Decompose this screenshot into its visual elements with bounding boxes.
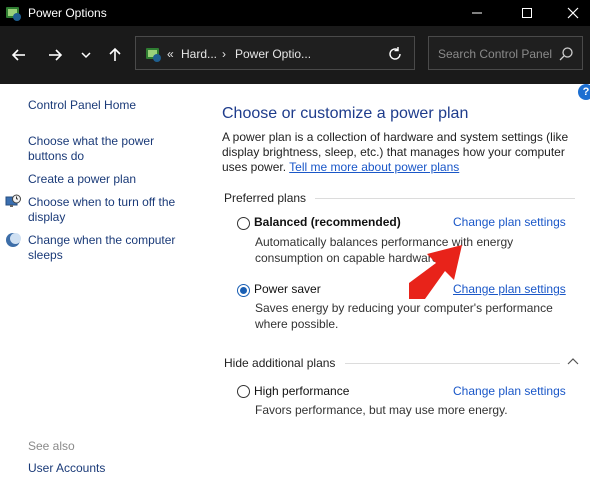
help-button[interactable]: ? <box>578 84 590 100</box>
tell-me-more-link[interactable]: Tell me more about power plans <box>289 160 459 174</box>
sidebar-item-power-buttons[interactable]: Choose what the power buttons do <box>28 134 193 164</box>
recent-locations-button[interactable] <box>75 44 97 66</box>
sidebar: Control Panel Home Choose what the power… <box>0 84 205 490</box>
display-clock-icon <box>5 194 21 207</box>
breadcrumb-overflow[interactable]: « <box>167 47 174 61</box>
breadcrumb-power-options[interactable]: Power Optio... <box>235 47 311 61</box>
refresh-icon[interactable] <box>386 45 404 63</box>
plan-name-balanced: Balanced (recommended) <box>254 215 401 229</box>
breadcrumb-separator[interactable]: › <box>222 47 226 61</box>
up-button[interactable] <box>104 44 126 66</box>
sidebar-item-computer-sleeps[interactable]: Change when the computer sleeps <box>28 233 193 263</box>
group-divider <box>315 198 575 199</box>
address-bar[interactable]: « Hard... › Power Optio... <box>135 36 415 70</box>
page-description: A power plan is a collection of hardware… <box>222 130 577 175</box>
arrow-up-icon <box>109 47 121 61</box>
plan-radio-high-performance[interactable] <box>237 385 250 398</box>
power-options-icon <box>6 7 21 21</box>
sidebar-item-user-accounts[interactable]: User Accounts <box>28 461 193 476</box>
forward-button[interactable] <box>44 44 66 66</box>
close-button[interactable] <box>550 0 590 26</box>
chevron-up-icon[interactable] <box>567 357 579 365</box>
window-title: Power Options <box>28 6 107 20</box>
moon-sleep-icon <box>6 233 21 247</box>
see-also-label: See also <box>28 439 75 453</box>
power-options-icon <box>146 48 161 62</box>
minimize-button[interactable] <box>454 0 500 26</box>
plan-description-power-saver: Saves energy by reducing your computer's… <box>255 301 553 331</box>
breadcrumb-hardware[interactable]: Hard... <box>181 47 217 61</box>
page-title: Choose or customize a power plan <box>222 105 469 122</box>
plan-radio-power-saver[interactable] <box>237 284 250 297</box>
main-content: Choose or customize a power plan A power… <box>205 84 590 490</box>
chevron-down-icon <box>81 52 91 59</box>
arrow-right-icon <box>49 49 63 61</box>
sidebar-item-create-plan[interactable]: Create a power plan <box>28 172 193 187</box>
change-plan-settings-high-performance[interactable]: Change plan settings <box>453 384 566 398</box>
title-bar: Power Options <box>0 0 590 26</box>
maximize-button[interactable] <box>504 0 550 26</box>
annotation-arrow-icon <box>409 245 462 299</box>
plan-name-high-performance: High performance <box>254 384 350 398</box>
plan-name-power-saver: Power saver <box>254 282 321 296</box>
change-plan-settings-balanced[interactable]: Change plan settings <box>453 215 566 229</box>
hide-additional-plans-label[interactable]: Hide additional plans <box>224 356 335 370</box>
preferred-plans-label: Preferred plans <box>224 191 307 205</box>
arrow-left-icon <box>11 49 25 61</box>
search-input[interactable]: Search Control Panel <box>428 36 583 70</box>
change-plan-settings-power-saver[interactable]: Change plan settings <box>453 282 566 296</box>
navigation-bar: « Hard... › Power Optio... Search Contro… <box>0 26 590 84</box>
search-icon <box>559 47 573 61</box>
sidebar-item-turn-off-display[interactable]: Choose when to turn off the display <box>28 195 193 225</box>
back-button[interactable] <box>8 44 30 66</box>
plan-radio-balanced[interactable] <box>237 217 250 230</box>
group-divider <box>345 363 560 364</box>
search-placeholder: Search Control Panel <box>438 47 553 61</box>
plan-description-high-performance: Favors performance, but may use more ene… <box>255 403 508 417</box>
sidebar-item-control-panel-home[interactable]: Control Panel Home <box>28 98 193 113</box>
